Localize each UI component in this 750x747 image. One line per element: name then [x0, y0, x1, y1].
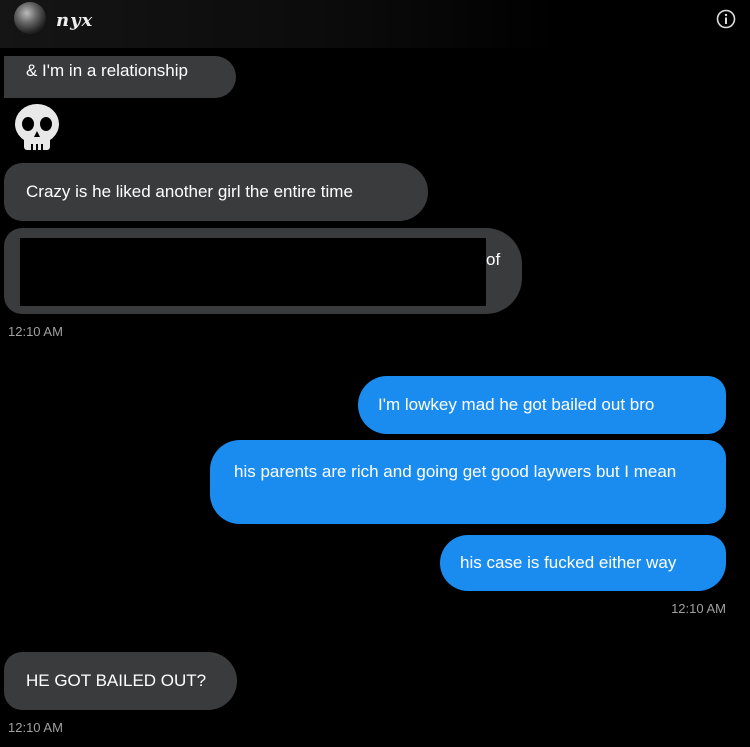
- incoming-message[interactable]: HE GOT BAILED OUT?: [4, 652, 237, 710]
- outgoing-message[interactable]: I'm lowkey mad he got bailed out bro: [358, 376, 726, 434]
- message-text: & I'm in a relationship: [26, 61, 188, 80]
- outgoing-message[interactable]: his case is fucked either way: [440, 535, 726, 591]
- message-text: Crazy is he liked another girl the entir…: [26, 182, 353, 201]
- message-text: I'm lowkey mad he got bailed out bro: [378, 395, 655, 414]
- contact-name[interactable]: nyx: [56, 10, 93, 31]
- avatar[interactable]: [14, 2, 46, 34]
- skull-emoji: [15, 104, 59, 151]
- info-icon[interactable]: [716, 9, 736, 29]
- incoming-message[interactable]: Crazy is he liked another girl the entir…: [4, 163, 428, 221]
- outgoing-message[interactable]: his parents are rich and going get good …: [210, 440, 726, 524]
- redaction-box: [20, 238, 486, 306]
- message-text: his parents are rich and going get good …: [234, 462, 677, 481]
- timestamp: 12:10 AM: [8, 324, 63, 339]
- timestamp: 12:10 AM: [8, 720, 63, 735]
- message-text: of: [486, 250, 501, 269]
- chat-header: nyx: [0, 0, 750, 48]
- message-text: HE GOT BAILED OUT?: [26, 671, 207, 690]
- timestamp: 12:10 AM: [671, 601, 726, 616]
- incoming-message[interactable]: & I'm in a relationship: [4, 56, 236, 98]
- message-text: his case is fucked either way: [460, 553, 677, 572]
